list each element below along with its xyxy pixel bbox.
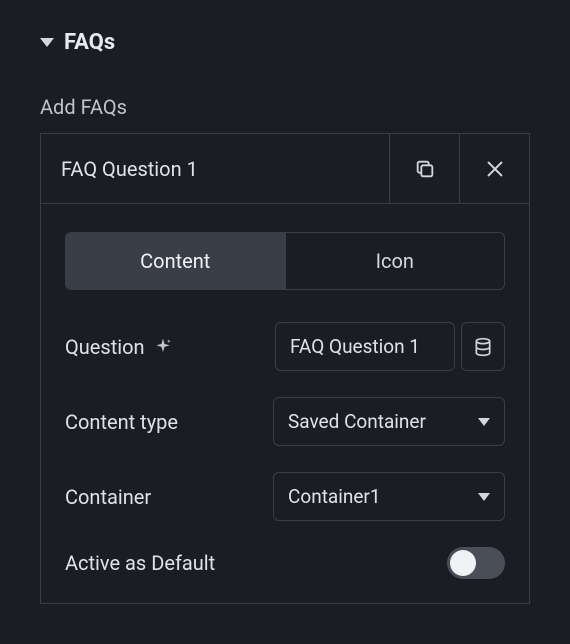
- chevron-down-icon: [478, 418, 490, 426]
- question-label-text: Question: [65, 335, 145, 359]
- question-input-group: [275, 322, 505, 371]
- section-label-add-faqs: Add FAQs: [40, 95, 530, 119]
- field-label-container: Container: [65, 485, 151, 509]
- duplicate-button[interactable]: [389, 134, 459, 203]
- field-row-content-type: Content type Saved Container: [65, 397, 505, 446]
- accordion-header-faqs[interactable]: FAQs: [40, 30, 530, 55]
- field-row-active-default: Active as Default: [65, 547, 505, 579]
- field-label-active-default: Active as Default: [65, 551, 215, 575]
- chevron-down-icon: [478, 493, 490, 501]
- faq-item-header: FAQ Question 1: [41, 134, 529, 204]
- faq-item-title[interactable]: FAQ Question 1: [41, 134, 389, 203]
- tab-group: Content Icon: [65, 232, 505, 290]
- field-row-question: Question: [65, 322, 505, 371]
- active-default-toggle[interactable]: [447, 547, 505, 579]
- toggle-knob: [450, 550, 476, 576]
- tab-content[interactable]: Content: [66, 233, 285, 289]
- accordion-title: FAQs: [64, 30, 115, 55]
- remove-button[interactable]: [459, 134, 529, 203]
- sparkle-icon: [153, 337, 173, 357]
- database-icon: [473, 337, 493, 357]
- field-row-container: Container Container1: [65, 472, 505, 521]
- field-label-content-type: Content type: [65, 410, 178, 434]
- container-value: Container1: [288, 485, 381, 508]
- dynamic-data-button[interactable]: [461, 322, 505, 371]
- content-type-value: Saved Container: [288, 410, 426, 433]
- container-select[interactable]: Container1: [273, 472, 505, 521]
- faq-item-card: FAQ Question 1 Content Icon Question: [40, 133, 530, 604]
- field-label-question: Question: [65, 335, 173, 359]
- close-icon: [484, 158, 506, 180]
- chevron-down-icon: [40, 38, 54, 47]
- question-input[interactable]: [275, 322, 455, 371]
- faq-item-body: Content Icon Question: [41, 204, 529, 603]
- tab-icon[interactable]: Icon: [285, 233, 505, 289]
- copy-icon: [414, 158, 436, 180]
- content-type-select[interactable]: Saved Container: [273, 397, 505, 446]
